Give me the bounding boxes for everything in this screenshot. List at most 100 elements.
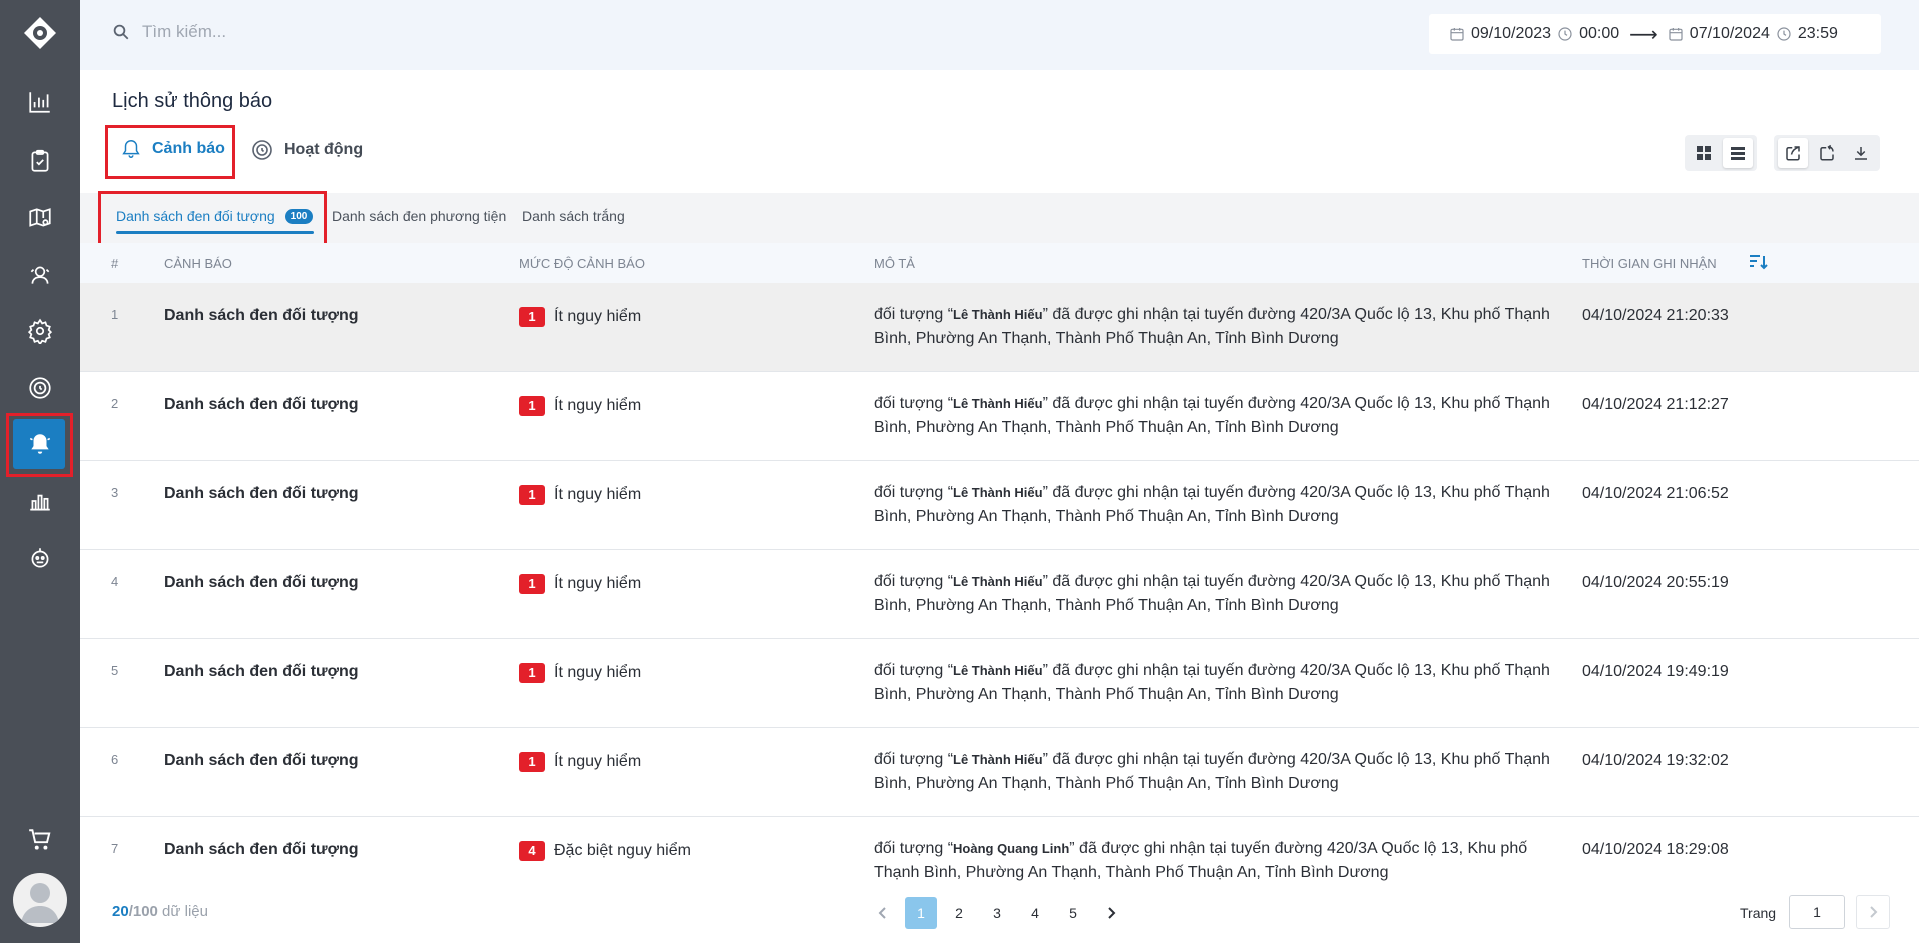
- desc-person-name: Lê Thành Hiếu: [953, 574, 1043, 589]
- page-button[interactable]: 1: [905, 897, 937, 929]
- row-description: đối tượng “Lê Thành Hiếu” đã được ghi nh…: [874, 303, 1564, 351]
- to-time[interactable]: 23:59: [1798, 25, 1838, 43]
- header-description[interactable]: MÔ TẢ: [874, 256, 915, 271]
- table-row[interactable]: 1 Danh sách đen đối tượng 1 Ít nguy hiểm đối…: [80, 283, 1919, 372]
- level-badge: 1: [519, 396, 545, 416]
- subtab-blacklist-vehicle[interactable]: Danh sách đen phương tiện: [332, 208, 506, 224]
- row-description: đối tượng “Lê Thành Hiếu” đã được ghi nh…: [874, 481, 1564, 529]
- level-text: Ít nguy hiểm: [554, 575, 642, 592]
- subtab-whitelist[interactable]: Danh sách trắng: [522, 208, 625, 224]
- table-row[interactable]: 6 Danh sách đen đối tượng 1 Ít nguy hiểm đối…: [80, 728, 1919, 817]
- row-index: 7: [111, 841, 119, 856]
- row-time: 04/10/2024 19:32:02: [1582, 752, 1729, 769]
- tab-hoat-dong[interactable]: Hoạt động: [250, 138, 363, 162]
- nav-clipboard-check-icon[interactable]: [22, 143, 58, 179]
- nav-robot-face-icon[interactable]: [22, 540, 58, 576]
- total-count: /100: [128, 903, 158, 920]
- desc-prefix: đối tượng “: [874, 840, 954, 857]
- nav-settings-gear-icon[interactable]: [22, 313, 58, 349]
- download-icon[interactable]: [1846, 138, 1876, 168]
- row-alert-name: Danh sách đen đối tượng: [164, 752, 359, 769]
- share-icon[interactable]: [1778, 138, 1808, 168]
- search-input[interactable]: Tìm kiếm...: [142, 22, 226, 42]
- row-time: 04/10/2024 20:55:19: [1582, 574, 1729, 591]
- row-index: 2: [111, 396, 119, 411]
- row-alert-name: Danh sách đen đối tượng: [164, 396, 359, 413]
- header-level[interactable]: MỨC ĐỘ CẢNH BÁO: [519, 256, 645, 271]
- level-text: Ít nguy hiểm: [554, 486, 642, 503]
- subtab-highlight-box: [98, 191, 327, 246]
- nav-cart-icon[interactable]: [22, 822, 58, 858]
- sub-tabs-bar: Danh sách đen đối tượng 100 Danh sách đe…: [80, 193, 1919, 243]
- row-level: 1 Ít nguy hiểm: [519, 574, 641, 594]
- page-title: Lịch sử thông báo: [112, 90, 273, 112]
- row-index: 4: [111, 574, 119, 589]
- refresh-export-icon[interactable]: [1812, 138, 1842, 168]
- table-footer: 20/100 dữ liệu 1 2 3 4 5 Trang: [80, 883, 1919, 943]
- level-text: Đặc biệt nguy hiểm: [554, 842, 691, 859]
- row-description: đối tượng “Lê Thành Hiếu” đã được ghi nh…: [874, 659, 1564, 707]
- page-button[interactable]: 4: [1019, 897, 1051, 929]
- page-label: Trang: [1740, 905, 1777, 921]
- desc-prefix: đối tượng “: [874, 306, 954, 323]
- header-index: #: [111, 256, 119, 271]
- table-row[interactable]: 2 Danh sách đen đối tượng 1 Ít nguy hiểm đối…: [80, 372, 1919, 461]
- app-logo-icon[interactable]: [22, 15, 58, 51]
- header-time[interactable]: THỜI GIAN GHI NHẬN: [1582, 256, 1717, 271]
- topbar: Tìm kiếm... 09/10/2023 00:00 ⟶ 07/10/202…: [80, 0, 1919, 70]
- row-index: 6: [111, 752, 119, 767]
- desc-person-name: Hoàng Quang Linh: [953, 841, 1070, 856]
- page-button[interactable]: 5: [1057, 897, 1089, 929]
- table-header: # CẢNH BÁO MỨC ĐỘ CẢNH BÁO MÔ TẢ THỜI GI…: [80, 243, 1919, 283]
- sort-icon[interactable]: [1748, 253, 1768, 274]
- row-level: 4 Đặc biệt nguy hiểm: [519, 841, 691, 861]
- level-badge: 4: [519, 841, 545, 861]
- row-index: 5: [111, 663, 119, 678]
- row-level: 1 Ít nguy hiểm: [519, 396, 641, 416]
- search-box[interactable]: Tìm kiếm...: [112, 22, 226, 42]
- action-button-group: [1774, 135, 1880, 171]
- nav-dashboard-chart-icon[interactable]: [22, 84, 58, 120]
- desc-person-name: Lê Thành Hiếu: [953, 663, 1043, 678]
- activity-timer-icon: [252, 140, 272, 160]
- level-text: Ít nguy hiểm: [554, 753, 642, 770]
- calendar-icon: [1450, 28, 1464, 41]
- tab-highlight-box: [105, 125, 235, 179]
- table-body: 1 Danh sách đen đối tượng 1 Ít nguy hiểm đối…: [80, 283, 1919, 883]
- grid-view-icon[interactable]: [1689, 138, 1719, 168]
- table-row[interactable]: 7 Danh sách đen đối tượng 4 Đặc biệt nguy h…: [80, 817, 1919, 883]
- table-row[interactable]: 5 Danh sách đen đối tượng 1 Ít nguy hiểm đối…: [80, 639, 1919, 728]
- row-level: 1 Ít nguy hiểm: [519, 307, 641, 327]
- desc-prefix: đối tượng “: [874, 484, 954, 501]
- nav-activity-timer-icon[interactable]: [22, 370, 58, 406]
- nav-users-group-icon[interactable]: [22, 257, 58, 293]
- level-badge: 1: [519, 574, 545, 594]
- calendar-icon: [1669, 28, 1683, 41]
- row-index: 1: [111, 307, 119, 322]
- page-button[interactable]: 3: [981, 897, 1013, 929]
- row-description: đối tượng “Lê Thành Hiếu” đã được ghi nh…: [874, 570, 1564, 618]
- tab-label: Hoạt động: [284, 141, 364, 158]
- table-row[interactable]: 4 Danh sách đen đối tượng 1 Ít nguy hiểm đối…: [80, 550, 1919, 639]
- from-date[interactable]: 09/10/2023: [1471, 25, 1551, 43]
- next-page-icon[interactable]: [1095, 897, 1127, 929]
- nav-bar-chart-icon[interactable]: [22, 483, 58, 519]
- table-row[interactable]: 3 Danh sách đen đối tượng 1 Ít nguy hiểm đối…: [80, 461, 1919, 550]
- prev-page-icon[interactable]: [867, 897, 899, 929]
- page-number-input[interactable]: [1789, 895, 1845, 929]
- date-range-picker[interactable]: 09/10/2023 00:00 ⟶ 07/10/2024 23:59: [1429, 14, 1881, 54]
- to-date[interactable]: 07/10/2024: [1690, 25, 1770, 43]
- page-button[interactable]: 2: [943, 897, 975, 929]
- user-avatar[interactable]: [13, 873, 67, 927]
- record-count: 20/100 dữ liệu: [112, 903, 208, 920]
- clock-icon: [1558, 27, 1572, 41]
- row-time: 04/10/2024 21:20:33: [1582, 307, 1729, 324]
- from-time[interactable]: 00:00: [1579, 25, 1619, 43]
- nav-map-pin-icon[interactable]: [22, 200, 58, 236]
- desc-prefix: đối tượng “: [874, 662, 954, 679]
- header-alert[interactable]: CẢNH BÁO: [164, 256, 232, 271]
- page-go-next-icon[interactable]: [1856, 895, 1890, 929]
- shown-count: 20: [112, 903, 129, 920]
- list-view-icon[interactable]: [1723, 138, 1753, 168]
- level-text: Ít nguy hiểm: [554, 397, 642, 414]
